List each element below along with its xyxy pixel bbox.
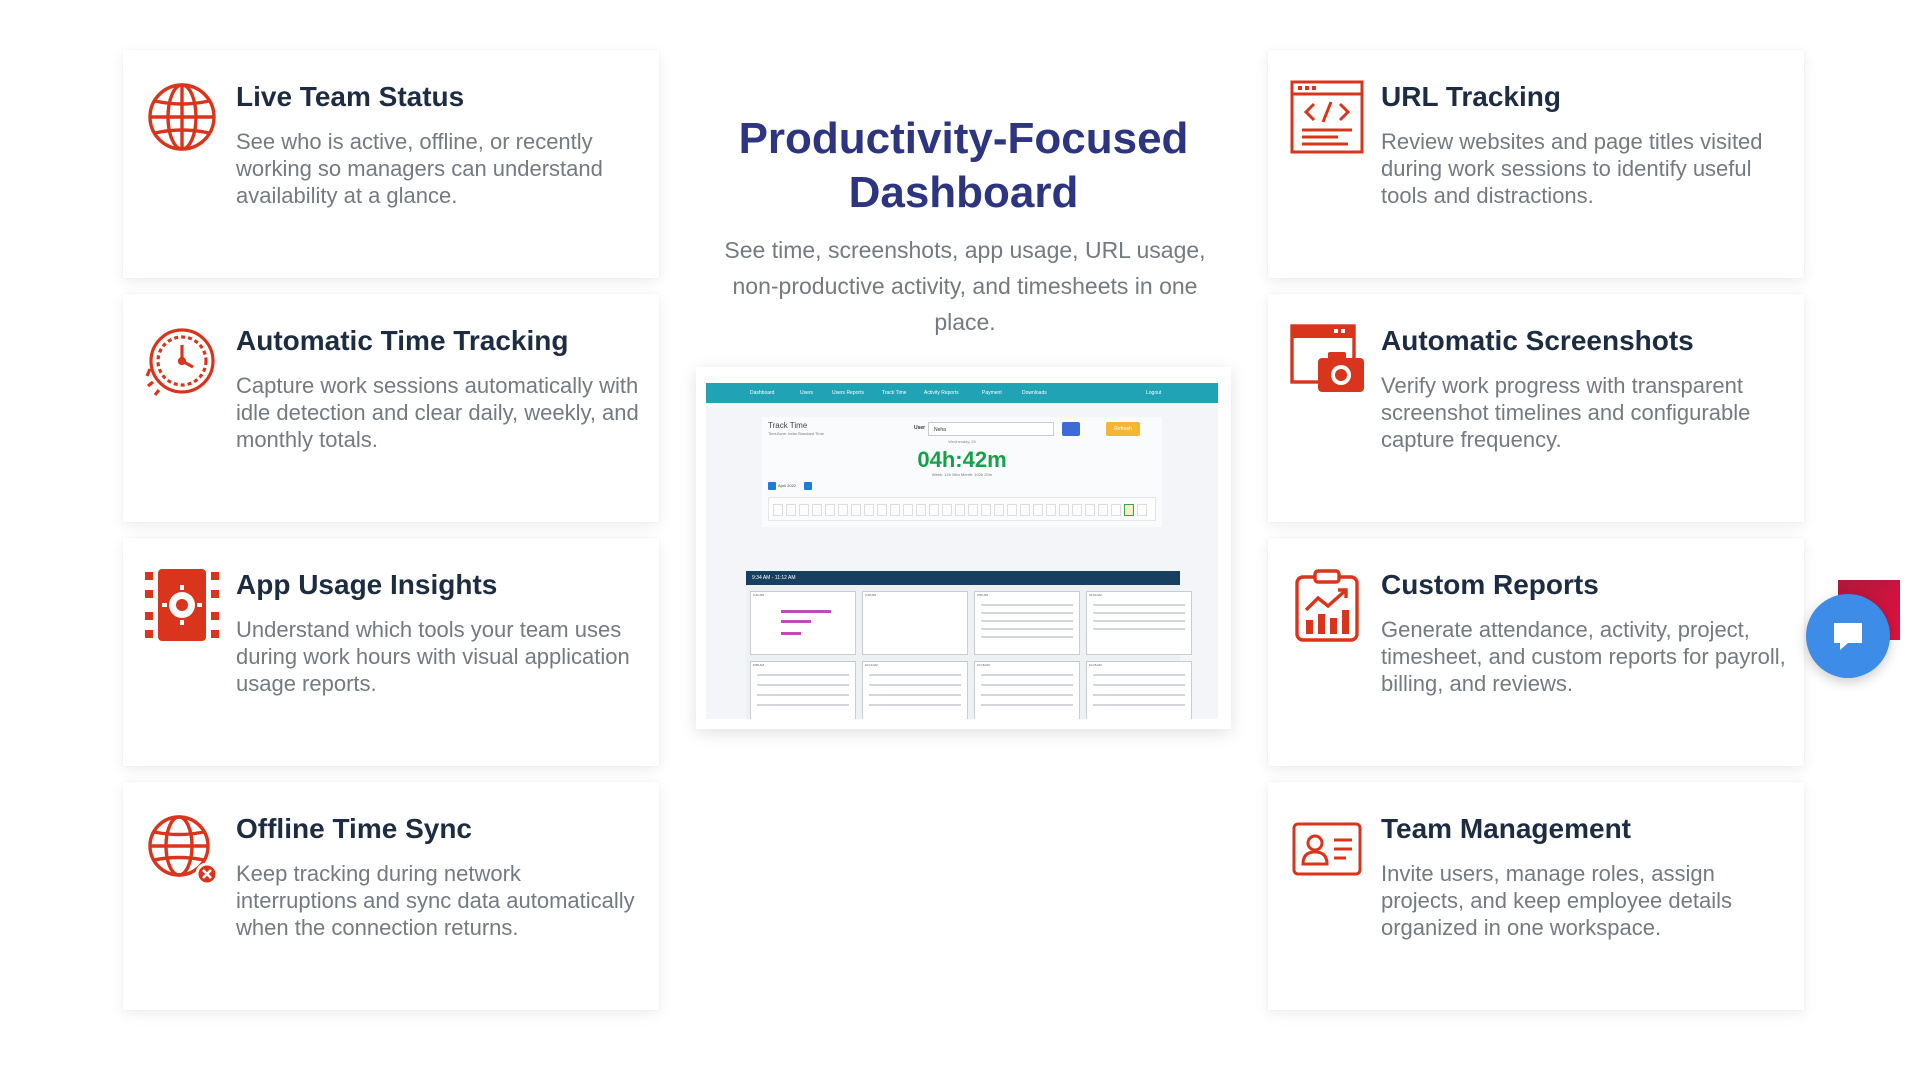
dashboard-preview: Dashboard Users Users Reports Track Time… (706, 383, 1218, 719)
feature-card-offline-time-sync: Offline Time Sync Keep tracking during n… (123, 782, 659, 1010)
feature-title: App Usage Insights (236, 569, 498, 600)
feature-title: Automatic Screenshots (1381, 325, 1694, 356)
feature-description: Review websites and page titles visited … (1381, 129, 1763, 208)
preview-month-label: April 2022 (778, 483, 797, 488)
feature-title: Custom Reports (1381, 569, 1599, 600)
preview-thumbnail: 10:18 AM (974, 661, 1080, 719)
globe-icon (145, 80, 219, 154)
feature-card-automatic-time-tracking: Automatic Time Tracking Capture work ses… (123, 294, 659, 522)
feature-title: Offline Time Sync (236, 813, 472, 844)
preview-thumbnail: 9:58 AM (750, 661, 856, 719)
preview-screenshot-gallery: 9:34 AM - 11:12 AM 9:40 AM 9:48 AM 9:56 … (746, 571, 1192, 719)
feature-title: URL Tracking (1381, 81, 1561, 112)
preview-gallery-header: 9:34 AM - 11:12 AM (746, 571, 1180, 585)
preview-thumbnail: 9:48 AM (862, 591, 968, 655)
feature-description: Invite users, manage roles, assign proje… (1381, 861, 1732, 940)
preview-calendar-strip (768, 497, 1156, 521)
preview-thumbnail: 9:40 AM (750, 591, 856, 655)
app-settings-icon (145, 568, 219, 642)
feature-card-automatic-screenshots: Automatic Screenshots Verify work progre… (1268, 294, 1804, 522)
preview-refresh-button: Refresh (1106, 422, 1140, 436)
preview-nav-item: Activity Reports (924, 390, 959, 396)
dashboard-screenshot: Dashboard Users Users Reports Track Time… (696, 367, 1231, 729)
section-subtitle: See time, screenshots, app usage, URL us… (724, 237, 1206, 335)
preview-nav-item: Track Time (882, 390, 907, 396)
clock-icon (145, 324, 219, 398)
preview-nav-item: Users Reports (832, 390, 864, 396)
preview-next-month-button (804, 482, 812, 490)
preview-user-label: User (914, 425, 926, 431)
preview-track-time-card: Track Time TimeZone: India Standard Time… (762, 417, 1162, 527)
feature-description: Capture work sessions automatically with… (236, 373, 639, 452)
code-browser-icon (1290, 80, 1364, 154)
id-card-icon (1290, 812, 1364, 886)
feature-description: Generate attendance, activity, project, … (1381, 617, 1786, 696)
preview-thumbnail: 10:04 AM (1086, 591, 1192, 655)
feature-description: Understand which tools your team uses du… (236, 617, 630, 696)
preview-nav-item: Dashboard (750, 390, 775, 396)
preview-search-button (1062, 422, 1080, 436)
preview-date: Wednesday, 26 (948, 439, 976, 444)
preview-nav-item: Payment (982, 390, 1002, 396)
preview-week-month: Week: 12h 08m Month: 102h 20m (931, 472, 993, 477)
preview-prev-month-button (768, 482, 776, 490)
feature-card-team-management: Team Management Invite users, manage rol… (1268, 782, 1804, 1010)
feature-description: Verify work progress with transparent sc… (1381, 373, 1751, 452)
report-clipboard-icon (1290, 568, 1364, 642)
preview-timer: 04h:42m (917, 447, 1007, 472)
feature-title: Live Team Status (236, 81, 465, 112)
feature-description: Keep tracking during network interruptio… (236, 861, 635, 940)
camera-browser-icon (1290, 324, 1364, 398)
feature-title: Automatic Time Tracking (236, 325, 569, 356)
chat-bubble-icon (1834, 623, 1862, 650)
preview-nav-logout: Logout (1146, 390, 1162, 396)
feature-card-live-team-status: Live Team Status See who is active, offl… (123, 50, 659, 278)
preview-navbar: Dashboard Users Users Reports Track Time… (706, 383, 1218, 403)
section-title: Productivity-Focused Dashboard (738, 114, 1189, 217)
preview-thumbnail: 9:56 AM (974, 591, 1080, 655)
globe-offline-icon (145, 812, 219, 886)
preview-timezone: TimeZone: India Standard Time (768, 431, 824, 436)
feature-card-app-usage-insights: App Usage Insights Understand which tool… (123, 538, 659, 766)
feature-card-url-tracking: URL Tracking Review websites and page ti… (1268, 50, 1804, 278)
preview-thumbnail: 10:26 AM (1086, 661, 1192, 719)
preview-thumbnail: 10:10 AM (862, 661, 968, 719)
feature-description: See who is active, offline, or recently … (236, 129, 603, 208)
chat-button[interactable] (1806, 594, 1890, 678)
feature-title: Team Management (1381, 813, 1631, 844)
feature-card-custom-reports: Custom Reports Generate attendance, acti… (1268, 538, 1804, 766)
preview-nav-item: Downloads (1022, 390, 1047, 396)
preview-nav-item: Users (800, 390, 814, 396)
preview-user-select: Neha (928, 422, 1054, 436)
preview-track-time-title: Track Time (768, 421, 808, 430)
